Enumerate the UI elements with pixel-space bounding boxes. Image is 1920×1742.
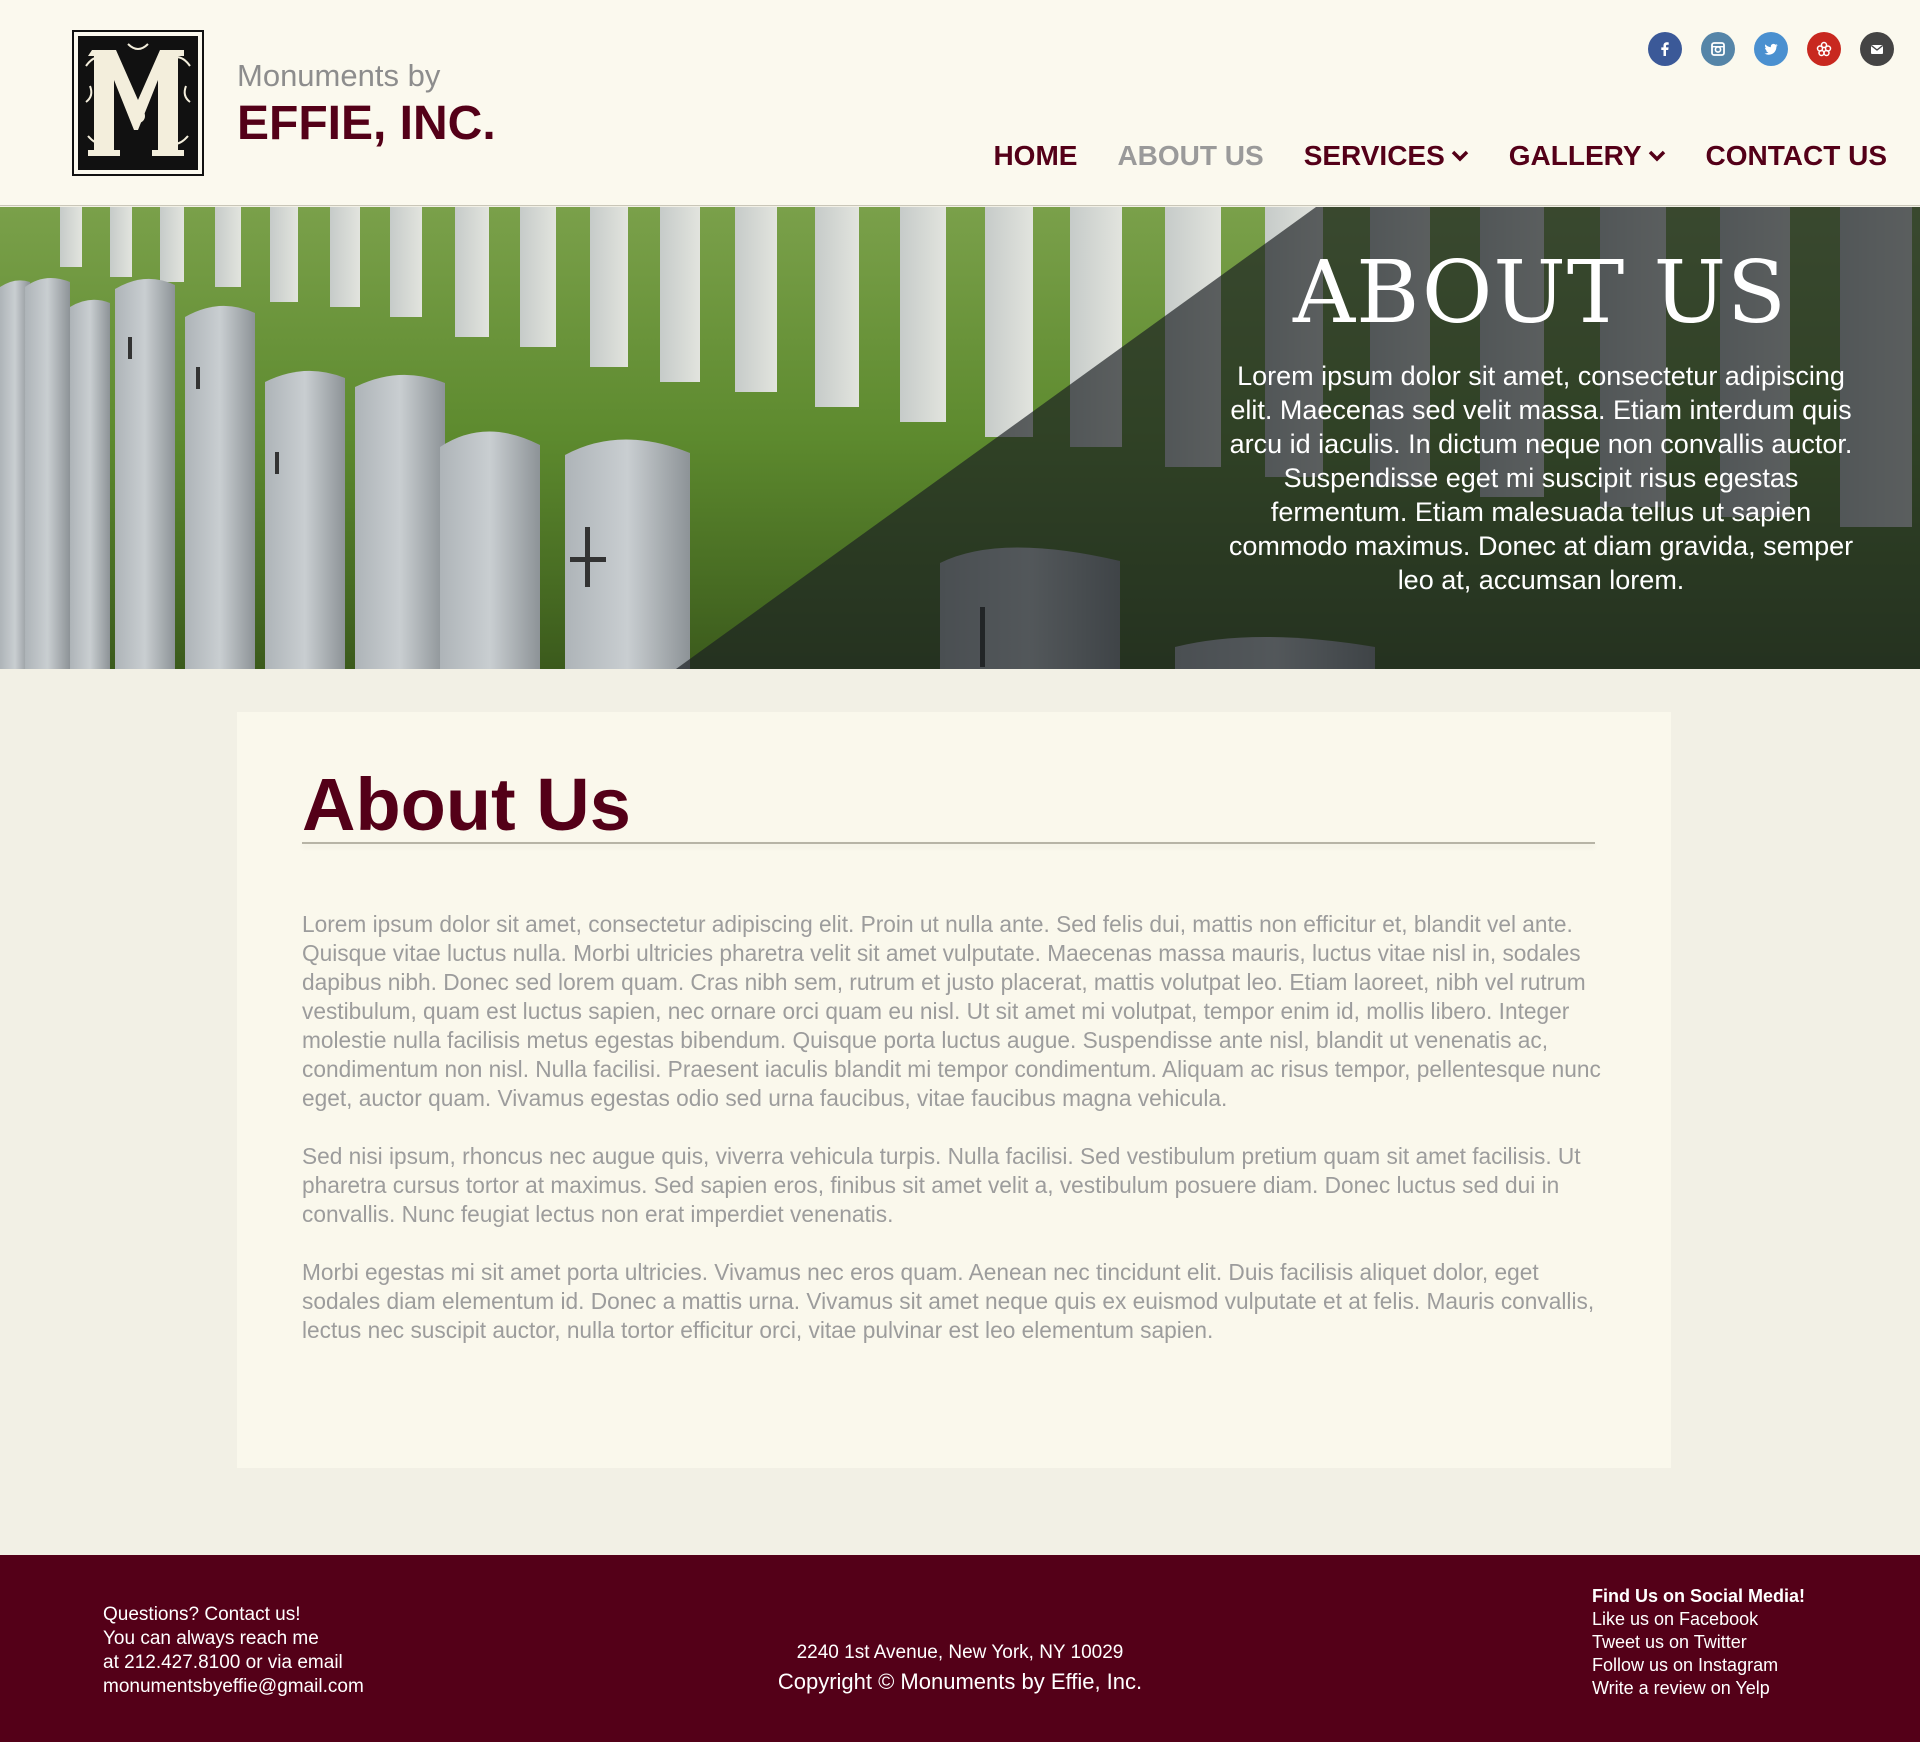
brand-tagline: Monuments by [237,58,441,93]
site-footer: Questions? Contact us! You can always re… [0,1555,1920,1742]
site-header: Monuments by EFFIE, INC. HOME ABOUT US S… [0,0,1920,206]
footer-contact: Questions? Contact us! You can always re… [103,1603,364,1699]
footer-social-heading: Find Us on Social Media! [1592,1586,1806,1606]
footer-address: 2240 1st Avenue, New York, NY 10029 [796,1642,1124,1663]
nav-contact-us[interactable]: CONTACT US [1706,140,1887,172]
footer-twitter-link[interactable]: Tweet us on Twitter [1592,1631,1805,1654]
brand-name[interactable]: EFFIE, INC. [237,96,496,151]
nav-gallery[interactable]: GALLERY [1509,140,1666,172]
footer-yelp-link[interactable]: Write a review on Yelp [1592,1677,1805,1700]
footer-social-links: Find Us on Social Media! Like us on Face… [1592,1585,1805,1700]
main-nav: HOME ABOUT US SERVICES GALLERY CONTACT U… [993,140,1887,172]
footer-email-link[interactable]: monumentsbyeffie@gmail.com [103,1675,364,1699]
footer-info: 2240 1st Avenue, New York, NY 10029 Copy… [660,1641,1260,1699]
email-icon[interactable] [1860,32,1894,66]
header-social-icons [1648,32,1894,66]
about-content-card: About Us Lorem ipsum dolor sit amet, con… [237,712,1671,1468]
twitter-icon[interactable] [1754,32,1788,66]
monogram-m-icon [78,36,198,170]
paragraph: Lorem ipsum dolor sit amet, consectetur … [302,911,1601,1111]
hero-title: ABOUT US [1293,243,1787,343]
footer-contact-line: Questions? Contact us! [103,1604,301,1625]
nav-about-label: ABOUT US [1117,140,1264,171]
footer-contact-line: You can always reach me [103,1628,319,1649]
footer-instagram-link[interactable]: Follow us on Instagram [1592,1654,1805,1677]
nav-about-us[interactable]: ABOUT US [1117,140,1263,172]
paragraph: Sed nisi ipsum, rhoncus nec augue quis, … [302,1143,1581,1227]
nav-services-label: SERVICES [1303,140,1445,171]
instagram-icon[interactable] [1701,32,1735,66]
hero-banner: ABOUT US Lorem ipsum dolor sit amet, con… [0,207,1920,669]
logo[interactable] [72,30,204,176]
footer-phone: at 212.427.8100 or via email [103,1652,343,1673]
chevron-down-icon [1648,150,1665,162]
hero-description: Lorem ipsum dolor sit amet, consectetur … [1228,361,1854,595]
footer-facebook-link[interactable]: Like us on Facebook [1592,1608,1805,1631]
title-divider [302,842,1595,844]
paragraph: Morbi egestas mi sit amet porta ultricie… [302,1259,1595,1343]
yelp-icon[interactable] [1807,32,1841,66]
page-title: About Us [302,763,631,846]
nav-contact-label: CONTACT US [1705,140,1887,171]
nav-home-label: HOME [993,140,1078,171]
chevron-down-icon [1451,150,1469,162]
about-body: Lorem ipsum dolor sit amet, consectetur … [302,910,1602,1374]
nav-home[interactable]: HOME [993,140,1077,172]
nav-services[interactable]: SERVICES [1304,140,1469,172]
nav-gallery-label: GALLERY [1508,140,1642,171]
footer-copyright: Copyright © Monuments by Effie, Inc. [777,1669,1143,1694]
facebook-icon[interactable] [1648,32,1682,66]
